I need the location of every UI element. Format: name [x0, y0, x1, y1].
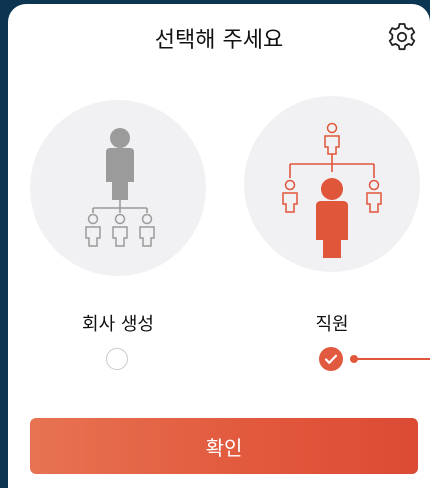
check-icon	[324, 354, 338, 364]
employee-option-card[interactable]	[244, 96, 420, 272]
confirm-button[interactable]: 확인	[30, 418, 418, 474]
employee-option-label: 직원	[315, 314, 349, 335]
company-option-card[interactable]	[30, 100, 206, 276]
employee-radio[interactable]	[319, 347, 343, 371]
selection-dialog: 선택해 주세요 회사 생성 직원 확인	[8, 4, 430, 488]
employee-hierarchy-icon	[282, 122, 382, 258]
pointer-line	[353, 358, 430, 360]
company-option-label: 회사 생성	[82, 314, 154, 335]
gear-icon[interactable]	[385, 20, 419, 54]
page-title: 선택해 주세요	[154, 28, 284, 53]
company-radio[interactable]	[106, 348, 128, 370]
company-hierarchy-icon	[85, 128, 155, 247]
